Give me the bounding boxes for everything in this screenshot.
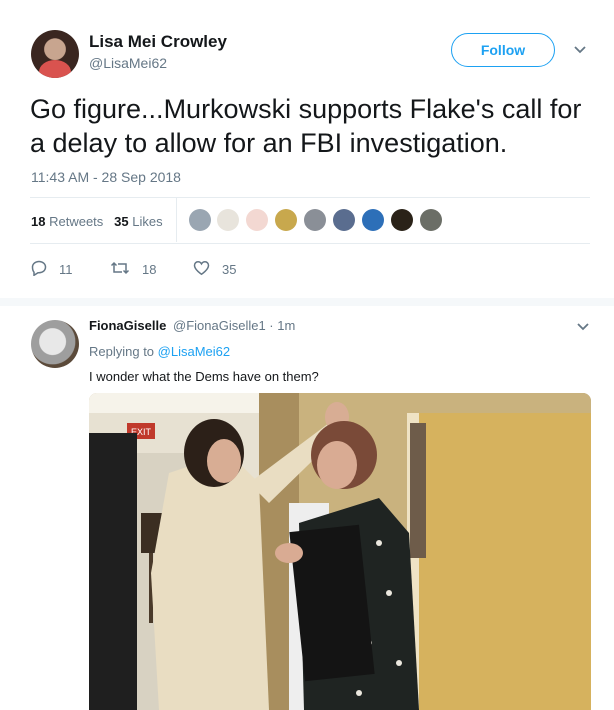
reply-text: I wonder what the Dems have on them? [89,369,319,384]
retweets-label: Retweets [49,214,104,229]
liker-avatar[interactable] [217,209,239,231]
tweet-stats: 18 Retweets 35 Likes [31,214,163,229]
follow-button[interactable]: Follow [451,33,555,67]
replying-to-link[interactable]: @LisaMei62 [158,344,230,359]
likes-stat[interactable]: 35 Likes [114,214,162,229]
chevron-down-icon[interactable] [574,46,586,56]
reply-author-handle-time[interactable]: @FionaGiselle1 · 1m [173,318,295,333]
reply-author-avatar[interactable] [31,320,79,368]
likes-label: Likes [132,214,163,229]
divider [30,197,590,198]
retweets-stat[interactable]: 18 Retweets [31,214,103,229]
stats-separator [176,198,177,242]
liker-avatar[interactable] [362,209,384,231]
author-handle[interactable]: @LisaMei62 [89,55,167,71]
retweet-count: 18 [142,262,157,277]
retweet-icon [110,260,142,279]
tweet-photo[interactable]: EXIT [89,393,591,710]
like-count: 35 [222,262,237,277]
replying-to: Replying to @LisaMei62 [89,344,230,359]
liker-avatar[interactable] [246,209,268,231]
reply-icon [31,260,59,279]
tweet-timestamp[interactable]: 11:43 AM - 28 Sep 2018 [31,169,181,185]
divider [30,243,590,244]
reply-author-name[interactable]: FionaGiselle [89,318,166,333]
retweet-action[interactable]: 18 [110,260,156,279]
chevron-down-icon[interactable] [577,323,589,333]
author-avatar[interactable] [31,30,79,78]
likes-count: 35 [114,214,129,229]
liker-avatar[interactable] [304,209,326,231]
liker-avatar[interactable] [391,209,413,231]
like-action[interactable]: 35 [193,260,236,279]
retweets-count: 18 [31,214,46,229]
liker-avatar[interactable] [420,209,442,231]
tweet-text: Go figure...Murkowski supports Flake's c… [30,94,582,158]
liker-avatar[interactable] [275,209,297,231]
liker-avatar[interactable] [189,209,211,231]
liker-avatar[interactable] [333,209,355,231]
heart-icon [193,260,222,279]
thread-separator [0,298,614,306]
reply-action[interactable]: 11 [31,260,73,279]
author-display-name[interactable]: Lisa Mei Crowley [89,32,227,52]
reply-count: 11 [59,262,73,277]
replying-prefix: Replying to [89,344,155,359]
